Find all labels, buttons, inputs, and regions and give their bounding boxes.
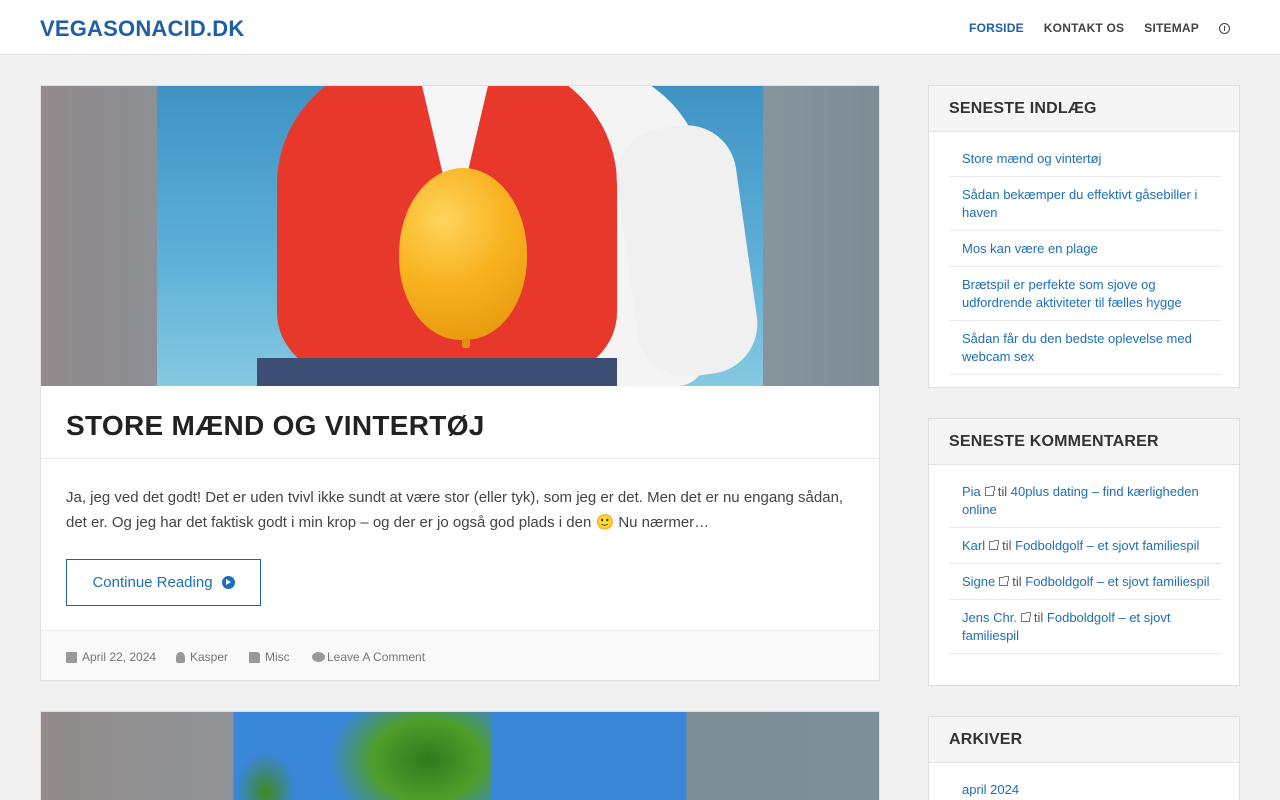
external-link-icon — [999, 576, 1010, 586]
tree-shape-small — [236, 752, 296, 800]
archive-link[interactable]: april 2024 — [962, 782, 1019, 797]
accessibility-icon[interactable] — [1219, 22, 1230, 34]
thumbnail-photo — [157, 86, 763, 386]
post-author[interactable]: Kasper — [176, 650, 228, 664]
post-author-text: Kasper — [190, 650, 229, 664]
list-item: Jens Chr. til Fodboldgolf – et sjovt fami… — [949, 600, 1221, 654]
nav-forside[interactable]: FORSIDE — [969, 21, 1024, 35]
post-card: STORE MÆND OG VINTERTØJ Ja, jeg ved det … — [40, 85, 880, 681]
post-date[interactable]: April 22, 2024 — [66, 650, 156, 664]
recent-post-link[interactable]: Store mænd og vintertøj — [962, 151, 1101, 166]
pants-shape — [257, 358, 617, 386]
recent-post-link[interactable]: Mos kan være en plage — [962, 241, 1098, 256]
widget-recent-posts: SENESTE INDLÆG Store mænd og vintertøj S… — [928, 85, 1240, 388]
post-title[interactable]: STORE MÆND OG VINTERTØJ — [66, 410, 485, 442]
folder-icon — [249, 651, 260, 663]
site-title[interactable]: VEGASONACID.DK — [40, 16, 245, 42]
list-item: Pia til 40plus dating – find kærligheden … — [949, 474, 1221, 528]
tree-shape — [331, 712, 491, 800]
recent-post-link[interactable]: Sådan får du den bedste oplevelse med we… — [962, 331, 1192, 364]
list-item: Sådan får du den bedste oplevelse med we… — [949, 321, 1221, 375]
user-icon — [176, 651, 185, 663]
arrow-right-circle-icon — [221, 576, 235, 589]
widget-title: SENESTE INDLÆG — [929, 86, 1239, 132]
continue-reading-button[interactable]: Continue Reading — [66, 559, 261, 606]
site-header: VEGASONACID.DK FORSIDE KONTAKT OS SITEMA… — [0, 0, 1280, 55]
list-item: Brætspil er perfekte som sjove og udford… — [949, 267, 1221, 321]
list-item: Mos kan være en plage — [949, 231, 1221, 267]
widget-title: SENESTE KOMMENTARER — [929, 419, 1239, 465]
post-category-text: Misc — [265, 650, 290, 664]
balloon-shape — [399, 168, 527, 340]
list-item: Signe til Fodboldgolf – et sjovt families… — [949, 564, 1221, 600]
comment-separator: til — [1033, 610, 1047, 625]
external-link-icon — [989, 540, 1000, 550]
continue-reading-label: Continue Reading — [92, 574, 213, 591]
widget-archives: ARKIVER april 2024 — [928, 716, 1240, 800]
post-thumbnail-2[interactable] — [41, 712, 879, 800]
list-item: april 2024 — [949, 772, 1221, 800]
comment-post-link[interactable]: Fodboldgolf – et sjovt familiespil — [1025, 574, 1209, 589]
post-comments-text: Leave A Comment — [327, 650, 426, 664]
divider — [41, 458, 879, 459]
post-comments-link[interactable]: Leave A Comment — [312, 650, 425, 664]
comment-separator: til — [1012, 574, 1026, 589]
post-thumbnail[interactable] — [41, 86, 879, 386]
post-date-text: April 22, 2024 — [82, 650, 157, 664]
recent-posts-list: Store mænd og vintertøj Sådan bekæmper d… — [929, 132, 1239, 375]
post-card-2 — [40, 711, 880, 800]
widget-recent-comments: SENESTE KOMMENTARER Pia til 40plus dating… — [928, 418, 1240, 686]
list-item: Karl til Fodboldgolf – et sjovt familiesp… — [949, 528, 1221, 564]
nav-sitemap[interactable]: SITEMAP — [1144, 21, 1199, 35]
comment-author-link[interactable]: Karl — [962, 538, 985, 553]
comment-author-link[interactable]: Pia — [962, 484, 981, 499]
comments-icon — [312, 652, 325, 662]
comment-separator: til — [997, 484, 1011, 499]
external-link-icon — [1020, 612, 1031, 622]
post-excerpt: Ja, jeg ved det godt! Det er uden tvivl … — [66, 489, 844, 531]
post-meta: April 22, 2024 Kasper Misc Leave A Comme… — [41, 630, 879, 680]
list-item: Sådan bekæmper du effektivt gåsebiller i… — [949, 177, 1221, 231]
comment-author-link[interactable]: Signe — [962, 574, 995, 589]
archives-list: april 2024 — [929, 763, 1239, 800]
comment-separator: til — [1002, 538, 1016, 553]
comment-author-link[interactable]: Jens Chr. — [962, 610, 1017, 625]
comment-post-link[interactable]: Fodboldgolf – et sjovt familiespil — [1015, 538, 1199, 553]
recent-comments-list: Pia til 40plus dating – find kærligheden … — [929, 465, 1239, 654]
post-category[interactable]: Misc — [249, 650, 290, 664]
external-link-icon — [984, 486, 995, 496]
nav-kontakt-os[interactable]: KONTAKT OS — [1044, 21, 1124, 35]
recent-post-link[interactable]: Brætspil er perfekte som sjove og udford… — [962, 277, 1182, 310]
calendar-icon — [66, 651, 77, 663]
widget-title: ARKIVER — [929, 717, 1239, 763]
list-item: Store mænd og vintertøj — [949, 141, 1221, 177]
main-nav: FORSIDE KONTAKT OS SITEMAP — [949, 21, 1230, 35]
balloon-knot-shape — [462, 338, 470, 348]
recent-post-link[interactable]: Sådan bekæmper du effektivt gåsebiller i… — [962, 187, 1197, 220]
